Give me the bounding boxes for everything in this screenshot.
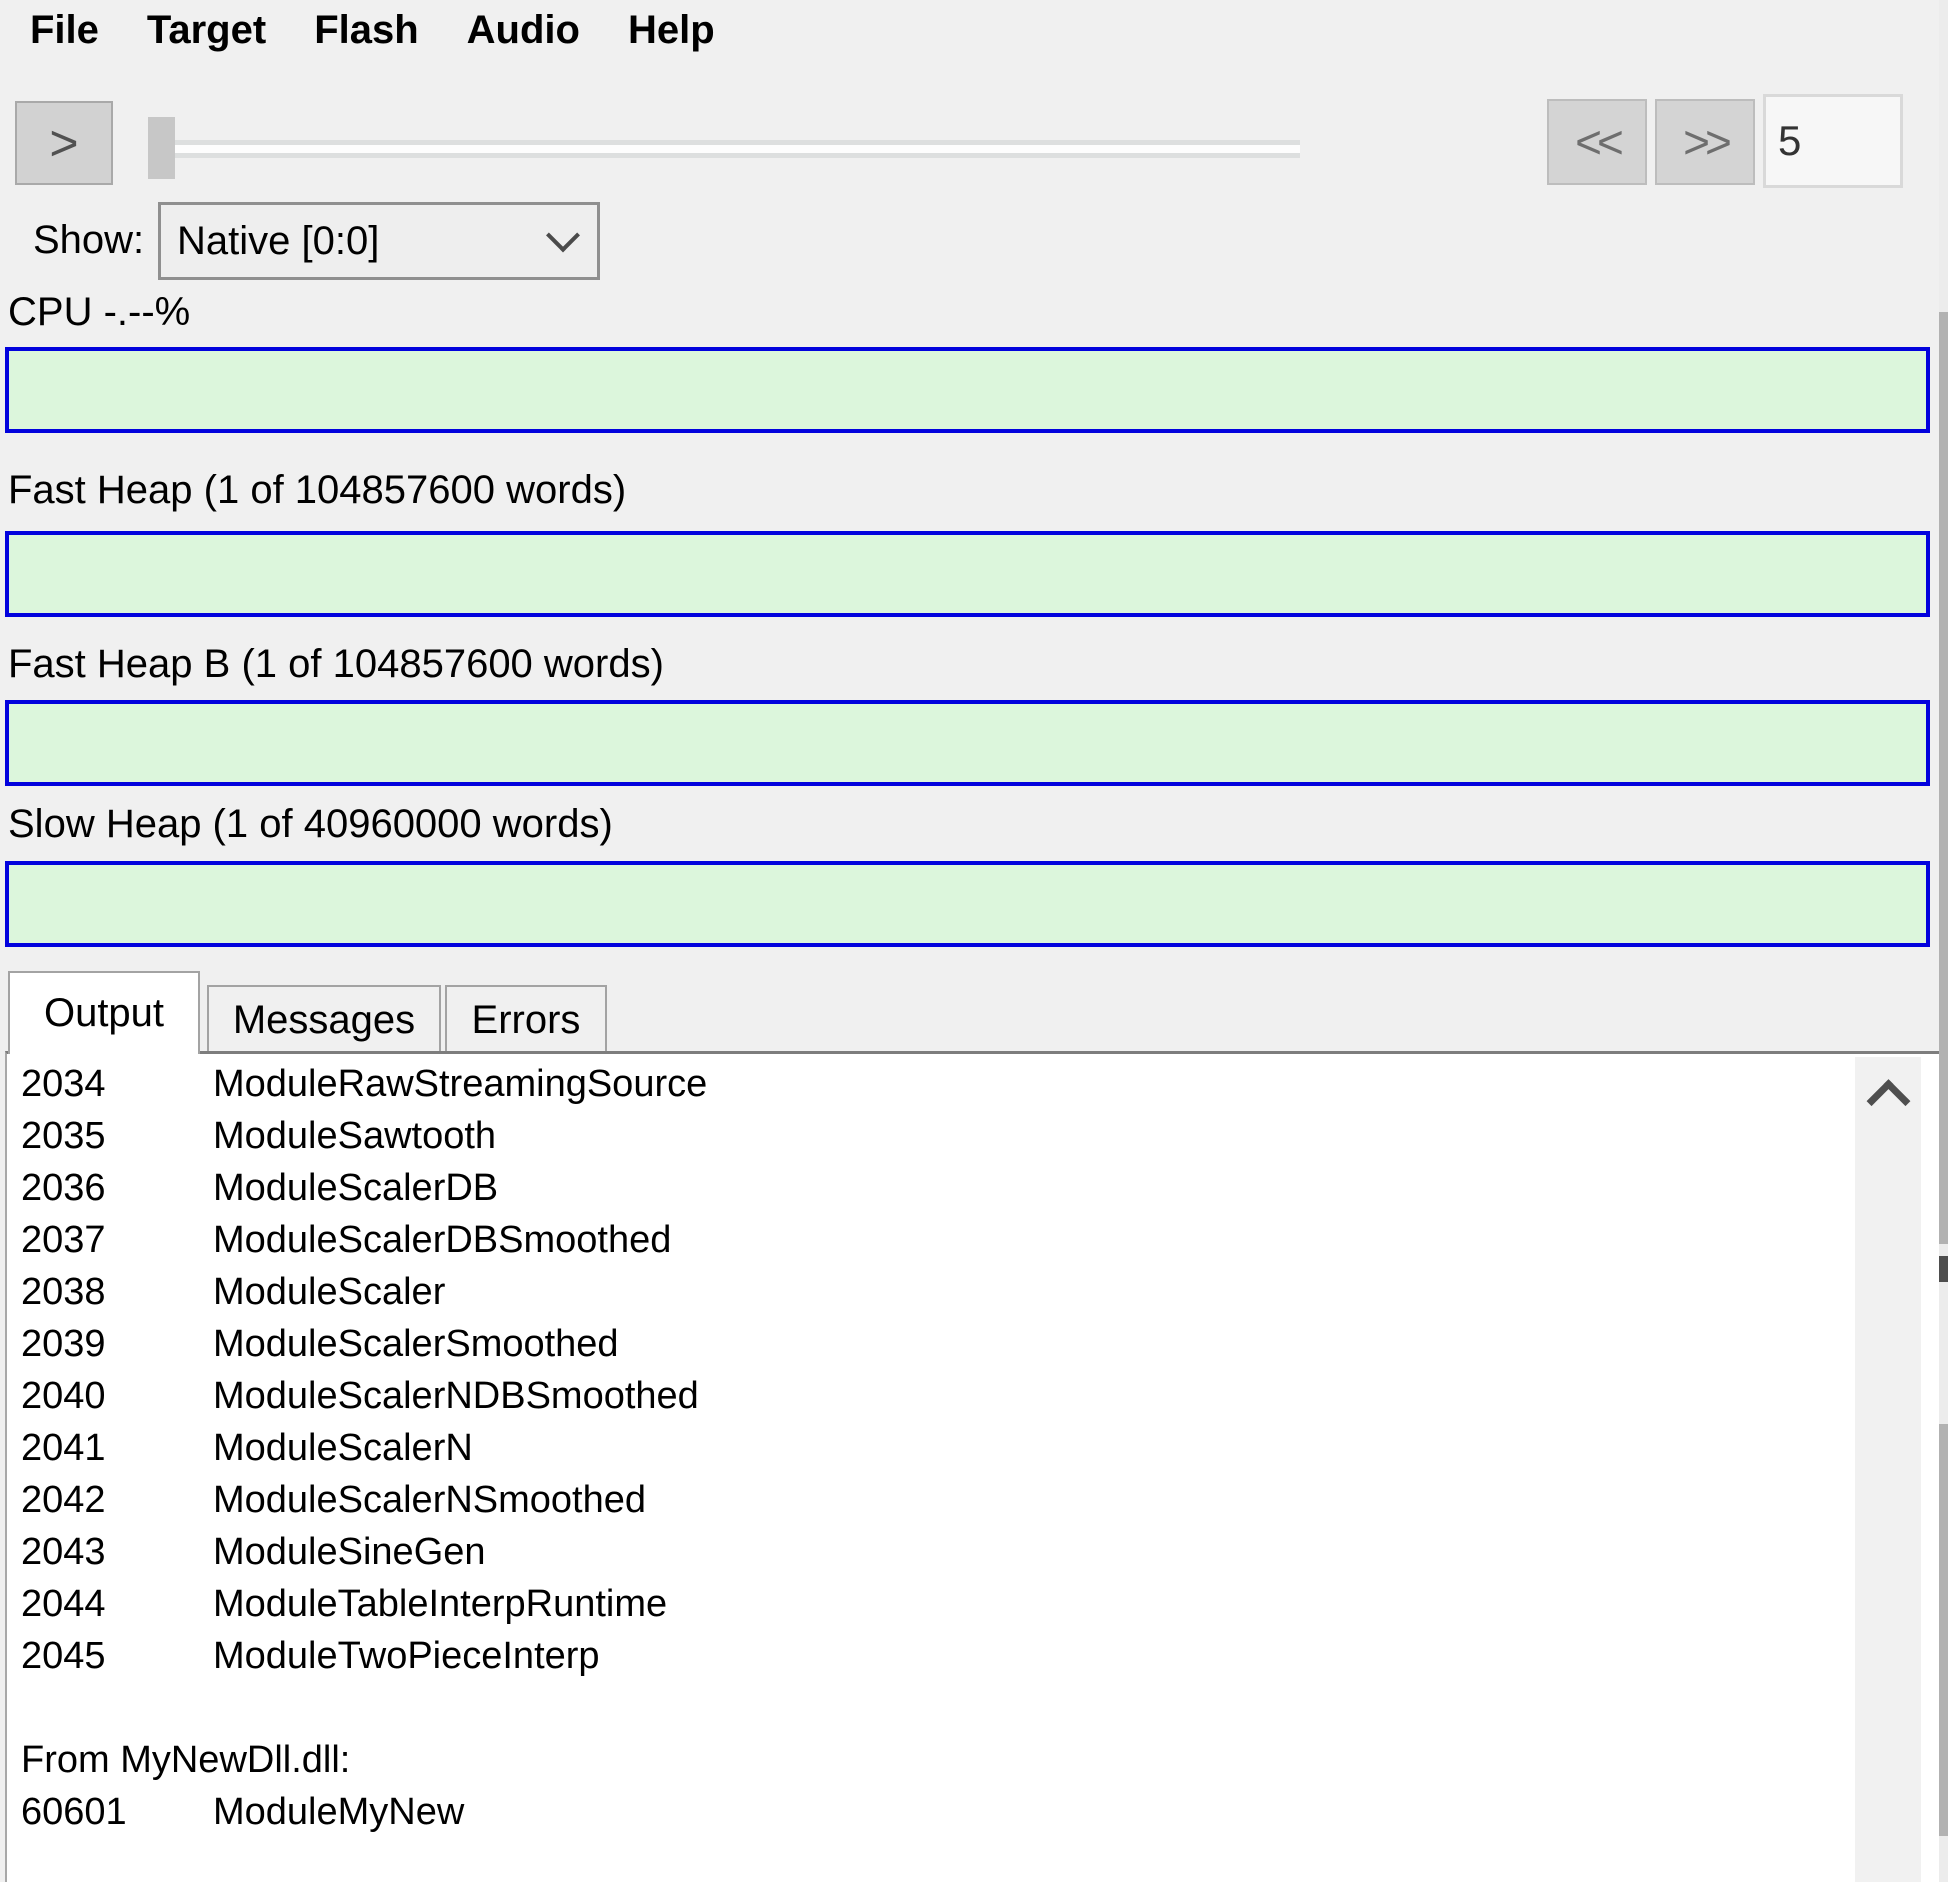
output-line-number: 2040 xyxy=(21,1370,213,1422)
play-button[interactable]: > xyxy=(15,101,113,185)
cpu-usage-label: CPU -.--% xyxy=(8,290,190,335)
slow-heap-label: Slow Heap (1 of 40960000 words) xyxy=(8,802,613,847)
output-line-text: ModuleMyNew xyxy=(213,1791,464,1833)
output-line-number: 2036 xyxy=(21,1162,213,1214)
output-line: 2038ModuleScaler xyxy=(21,1266,1839,1318)
output-lines: 2034ModuleRawStreamingSource2035ModuleSa… xyxy=(21,1058,1839,1838)
rewind-icon: << xyxy=(1575,115,1619,169)
play-icon: > xyxy=(49,114,78,172)
output-line-number: 2034 xyxy=(21,1058,213,1110)
fast-forward-icon: >> xyxy=(1683,115,1727,169)
tab-output[interactable]: Output xyxy=(8,971,200,1054)
scroll-up-button[interactable] xyxy=(1855,1069,1921,1121)
output-line-number: 2045 xyxy=(21,1630,213,1682)
step-count-field[interactable] xyxy=(1763,94,1903,188)
output-line: 2037ModuleScalerDBSmoothed xyxy=(21,1214,1839,1266)
output-line-text: ModuleTableInterpRuntime xyxy=(213,1583,667,1625)
position-slider-thumb[interactable] xyxy=(148,117,175,179)
output-line-text: ModuleTwoPieceInterp xyxy=(213,1635,600,1677)
output-line: From MyNewDll.dll: xyxy=(21,1734,1839,1786)
window-scrollbar-thumb[interactable] xyxy=(1939,312,1948,1244)
output-line-number: 2043 xyxy=(21,1526,213,1578)
menu-item-file[interactable]: File xyxy=(30,8,99,53)
position-slider-track[interactable] xyxy=(150,140,1300,158)
output-line-number: 2038 xyxy=(21,1266,213,1318)
output-line: 2041ModuleScalerN xyxy=(21,1422,1839,1474)
output-line-number: 2039 xyxy=(21,1318,213,1370)
fast-heap-b-label: Fast Heap B (1 of 104857600 words) xyxy=(8,642,664,687)
menu-item-target[interactable]: Target xyxy=(147,8,266,53)
window-scrollbar[interactable] xyxy=(1939,0,1948,1882)
output-line-text: ModuleScalerDBSmoothed xyxy=(213,1219,671,1261)
output-line: 2044ModuleTableInterpRuntime xyxy=(21,1578,1839,1630)
output-line-number: 2035 xyxy=(21,1110,213,1162)
menu-item-audio[interactable]: Audio xyxy=(467,8,580,53)
app-window: File Target Flash Audio Help > << >> Sho… xyxy=(0,0,1948,1882)
output-line-text: ModuleScalerNDBSmoothed xyxy=(213,1375,699,1417)
output-line-text: ModuleRawStreamingSource xyxy=(213,1063,707,1105)
output-line: 2039ModuleScalerSmoothed xyxy=(21,1318,1839,1370)
menu-item-help[interactable]: Help xyxy=(628,8,715,53)
output-line-number: 2042 xyxy=(21,1474,213,1526)
output-line-number: 60601 xyxy=(21,1786,213,1838)
output-line-text: ModuleScalerN xyxy=(213,1427,473,1469)
output-line-text: ModuleSawtooth xyxy=(213,1115,496,1157)
output-line-text: From MyNewDll.dll: xyxy=(21,1739,350,1781)
step-forward-button[interactable]: >> xyxy=(1655,99,1755,185)
output-line: 60601ModuleMyNew xyxy=(21,1786,1839,1838)
tab-messages-label: Messages xyxy=(233,998,415,1043)
cpu-usage-meter xyxy=(5,347,1930,433)
menu-bar: File Target Flash Audio Help xyxy=(30,8,715,53)
output-line xyxy=(21,1682,1839,1734)
output-line-text: ModuleScalerNSmoothed xyxy=(213,1479,646,1521)
output-line-text: ModuleScaler xyxy=(213,1271,445,1313)
window-scrollbar-mark xyxy=(1939,1256,1948,1282)
tab-errors-label: Errors xyxy=(472,998,581,1043)
output-line-text: ModuleScalerSmoothed xyxy=(213,1323,619,1365)
chevron-down-icon xyxy=(546,218,580,252)
show-dropdown[interactable]: Native [0:0] xyxy=(158,202,600,280)
show-label: Show: xyxy=(33,218,144,263)
tab-output-label: Output xyxy=(44,991,164,1036)
show-dropdown-value: Native [0:0] xyxy=(177,219,379,264)
output-line-number: 2041 xyxy=(21,1422,213,1474)
output-line-number: 2044 xyxy=(21,1578,213,1630)
window-scrollbar-thumb[interactable] xyxy=(1939,1424,1948,1836)
output-line-number: 2037 xyxy=(21,1214,213,1266)
menu-item-flash[interactable]: Flash xyxy=(314,8,418,53)
output-line: 2045ModuleTwoPieceInterp xyxy=(21,1630,1839,1682)
output-scrollbar[interactable] xyxy=(1855,1057,1921,1882)
output-line-text: ModuleSineGen xyxy=(213,1531,486,1573)
output-line: 2035ModuleSawtooth xyxy=(21,1110,1839,1162)
output-line-text: ModuleScalerDB xyxy=(213,1167,498,1209)
fast-heap-label: Fast Heap (1 of 104857600 words) xyxy=(8,468,626,513)
output-panel: 2034ModuleRawStreamingSource2035ModuleSa… xyxy=(5,1051,1939,1882)
tab-messages[interactable]: Messages xyxy=(207,985,441,1054)
output-line: 2034ModuleRawStreamingSource xyxy=(21,1058,1839,1110)
output-line: 2043ModuleSineGen xyxy=(21,1526,1839,1578)
fast-heap-meter xyxy=(5,531,1930,617)
output-line: 2040ModuleScalerNDBSmoothed xyxy=(21,1370,1839,1422)
chevron-up-icon xyxy=(1866,1079,1910,1123)
slow-heap-meter xyxy=(5,861,1930,947)
output-line: 2036ModuleScalerDB xyxy=(21,1162,1839,1214)
tab-errors[interactable]: Errors xyxy=(445,985,607,1054)
step-back-button[interactable]: << xyxy=(1547,99,1647,185)
fast-heap-b-meter xyxy=(5,700,1930,786)
output-line: 2042ModuleScalerNSmoothed xyxy=(21,1474,1839,1526)
